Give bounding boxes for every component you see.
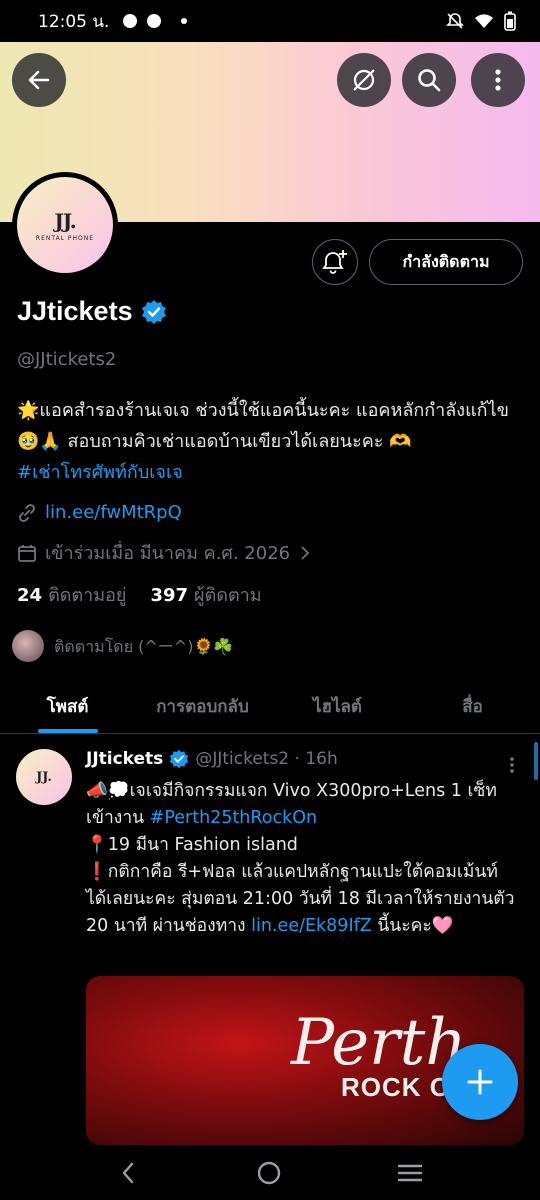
joined-date: เข้าร่วมเมื่อ มีนาคม ค.ศ. 2026: [45, 543, 291, 564]
post-avatar[interactable]: JJ.: [16, 749, 72, 805]
verified-badge-icon: [141, 299, 166, 324]
mute-icon: [446, 13, 464, 29]
follow-counts: 24 ติดตามอยู่ 397 ผู้ติดตาม: [17, 580, 262, 609]
media-title-text: Perth: [291, 1006, 467, 1080]
grok-button[interactable]: [337, 53, 391, 107]
profile-tabs: โพสต์ การตอบกลับ ไฮไลต์ สื่อ: [0, 680, 540, 734]
plus-icon: [467, 1069, 493, 1095]
status-time: 12:05 น.: [38, 11, 110, 32]
post-header: JJtickets @JJtickets2 · 16h: [86, 749, 338, 769]
status-bar: 12:05 น.: [0, 0, 540, 42]
chevron-right-icon: [301, 545, 310, 560]
post-text: 📣💭เจเจมีกิจกรรมแจก Vivo X300pro+Lens 1 เ…: [86, 778, 518, 940]
verified-badge-icon: [170, 749, 189, 769]
tab-highlights[interactable]: ไฮไลต์: [270, 680, 405, 733]
profile-bio: 🌟แอคสำรองร้านเจเจ ช่วงนี้ใช้แอคนี้นะคะ แ…: [17, 395, 522, 488]
followers-label: ผู้ติดตาม: [194, 585, 262, 606]
profile-name-row: JJtickets: [17, 296, 167, 327]
arrow-left-icon: [28, 70, 50, 90]
nav-back-icon[interactable]: [117, 1161, 141, 1185]
scrollbar[interactable]: [534, 742, 538, 780]
notification-bell-button[interactable]: [312, 239, 358, 285]
profile-handle: @JJtickets2: [17, 349, 117, 370]
tab-media[interactable]: สื่อ: [405, 680, 540, 733]
back-button[interactable]: [12, 53, 66, 107]
notification-dot-icon: [181, 18, 188, 24]
bell-plus-icon: [322, 250, 347, 274]
followed-by-text: ติดตามโดย (^ー^)🌻☘️: [54, 636, 234, 656]
post-handle-time: @JJtickets2 · 16h: [195, 749, 338, 769]
profile-avatar[interactable]: JJ. RENTAL PHONE: [12, 172, 118, 278]
bio-text: 🌟แอคสำรองร้านเจเจ ช่วงนี้ใช้แอคนี้นะคะ แ…: [17, 400, 509, 452]
avatar-image: JJ. RENTAL PHONE: [17, 177, 113, 273]
followed-by-row[interactable]: ติดตามโดย (^ー^)🌻☘️: [12, 630, 233, 662]
grok-icon: [353, 69, 375, 91]
website-link[interactable]: lin.ee/fwMtRpQ: [45, 502, 182, 523]
compose-post-button[interactable]: [442, 1044, 518, 1120]
bio-hashtag-link[interactable]: #เช่าโทรศัพท์กับเจเจ: [17, 462, 183, 483]
post-link[interactable]: lin.ee/Ek89IfZ: [251, 916, 372, 936]
following-label: ติดตามอยู่: [48, 585, 127, 606]
link-icon: [19, 503, 35, 522]
following-button[interactable]: กำลังติดตาม: [369, 239, 523, 285]
calendar-icon: [18, 544, 36, 562]
post-author-name[interactable]: JJtickets: [86, 749, 163, 769]
avatar-sub-text: RENTAL PHONE: [35, 234, 95, 242]
post-hashtag-link[interactable]: #Perth25thRockOn: [150, 808, 317, 828]
followers-count: 397: [150, 585, 189, 606]
post-more-icon[interactable]: [502, 755, 522, 775]
media-sub-text: ROCK O: [341, 1072, 451, 1102]
joined-row[interactable]: เข้าร่วมเมื่อ มีนาคม ค.ศ. 2026: [17, 538, 312, 567]
following-count: 24: [17, 585, 43, 606]
nav-recents-icon[interactable]: [397, 1161, 423, 1185]
tab-replies[interactable]: การตอบกลับ: [135, 680, 270, 733]
tab-posts[interactable]: โพสต์: [0, 680, 135, 733]
following-count-link[interactable]: 24 ติดตามอยู่: [17, 580, 126, 609]
more-options-button[interactable]: [471, 53, 525, 107]
search-button[interactable]: [402, 53, 456, 107]
post-avatar-logo: JJ.: [36, 769, 52, 785]
avatar-logo-text: JJ.: [54, 208, 76, 233]
messenger-icon: [147, 14, 162, 28]
post-line2: 📍19 มีนา Fashion island: [86, 835, 298, 855]
messenger-icon: [123, 14, 138, 28]
post-line3-suffix: นี้นะคะ🩷: [371, 916, 454, 936]
website-row: lin.ee/fwMtRpQ: [17, 502, 182, 523]
followers-count-link[interactable]: 397 ผู้ติดตาม: [150, 580, 261, 609]
follower-avatar: [12, 630, 44, 662]
display-name: JJtickets: [17, 296, 133, 326]
system-nav-bar: [0, 1145, 540, 1200]
search-icon: [418, 69, 441, 92]
more-vertical-icon: [495, 69, 501, 91]
battery-icon: [504, 11, 516, 31]
wifi-icon: [475, 14, 493, 28]
nav-home-icon[interactable]: [256, 1160, 282, 1186]
